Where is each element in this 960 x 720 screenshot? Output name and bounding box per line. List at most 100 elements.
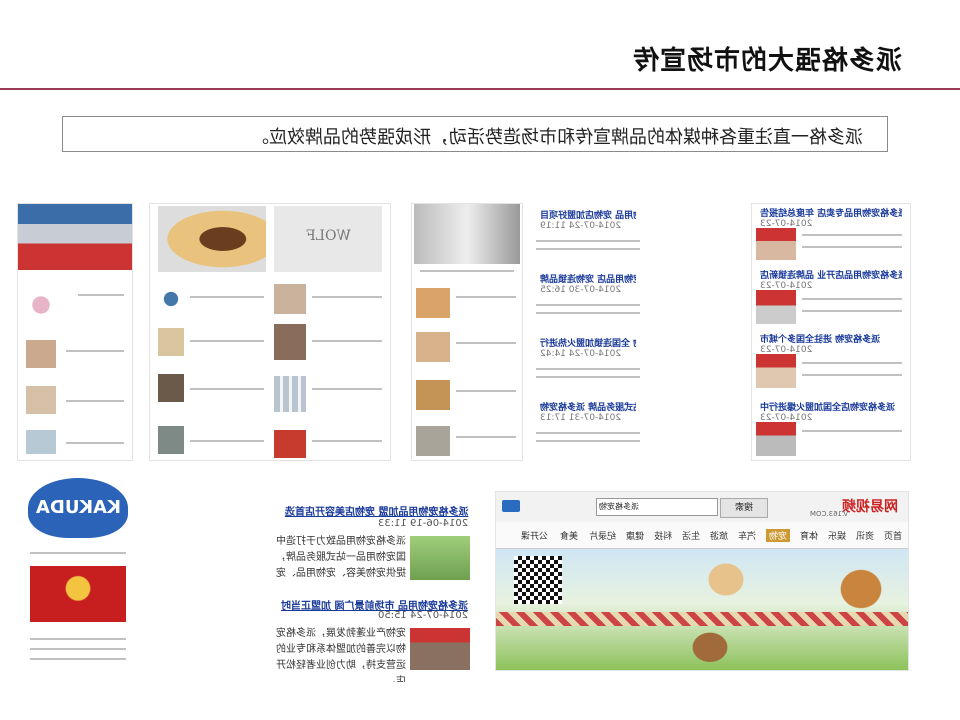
news-title[interactable]: 派多格宠物用品 宠物店加盟好项目 xyxy=(540,208,636,221)
dog-thumbnail xyxy=(416,288,450,318)
text-line xyxy=(312,440,382,442)
news-title[interactable]: 派多格宠物用品店 宠物连锁品牌 xyxy=(540,272,636,285)
text-line xyxy=(456,296,516,298)
news-item[interactable]: 派多格宠物用品专卖店 年度总结报告 2014-07-23 xyxy=(760,206,902,229)
dog-image xyxy=(680,622,740,668)
news-list-panel-mid: 派多格宠物用品 宠物店加盟好项目 2014-07-24 11:19 派多格宠物用… xyxy=(532,204,644,460)
article-meta: 2014-06-19 11:33 xyxy=(377,518,468,529)
news-title[interactable]: 派多格宠物 进驻全国多个城市 xyxy=(760,332,902,345)
text-line xyxy=(30,658,126,660)
text-line xyxy=(802,374,902,376)
article-title[interactable]: 派多格宠物用品加盟 宠物店美容开店首选 xyxy=(285,500,468,519)
puppy-photo xyxy=(158,206,266,272)
dog-thumbnail xyxy=(416,332,450,362)
nav-item[interactable]: 纪录片 xyxy=(589,529,616,542)
news-meta: 2014-07-24 11:19 xyxy=(540,221,622,231)
text-line xyxy=(536,304,640,306)
thumbnail xyxy=(158,328,184,356)
dog-thumbnail xyxy=(416,380,450,410)
text-line xyxy=(190,440,264,442)
news-meta: 2014-07-24 14:42 xyxy=(540,349,622,359)
store-photo xyxy=(410,628,470,670)
search-button[interactable]: 搜索 xyxy=(720,498,768,518)
text-line xyxy=(536,368,640,370)
kakuda-panel: KAKUDA xyxy=(22,478,134,682)
text-line xyxy=(30,638,126,640)
text-line xyxy=(30,648,126,650)
news-photo-panel-left xyxy=(18,204,132,460)
text-line xyxy=(802,234,902,236)
news-item[interactable]: 派多格宠物用品店开业 品牌连锁新店 2014-07-23 xyxy=(760,268,902,291)
news-item[interactable]: 派多格宠物店全国加盟火爆进行中 2014-07-23 xyxy=(760,400,902,423)
nav-item[interactable]: 资讯 xyxy=(856,529,874,542)
text-line xyxy=(536,440,640,442)
news-meta: 2014-07-30 16:25 xyxy=(540,285,622,295)
upload-icon[interactable] xyxy=(502,500,520,512)
dog-photo xyxy=(414,204,520,264)
nav-item[interactable]: 科技 xyxy=(654,529,672,542)
nav-item-active[interactable]: 宠物 xyxy=(765,529,790,542)
portal-domain: V.163.COM xyxy=(809,510,848,518)
text-line xyxy=(456,390,516,392)
store-photo xyxy=(756,422,796,456)
nav-item[interactable]: 娱乐 xyxy=(828,529,846,542)
news-title[interactable]: 派多格宠物店全国加盟火爆进行中 xyxy=(760,400,902,413)
text-line xyxy=(66,400,124,402)
text-line xyxy=(456,342,516,344)
thumbnail xyxy=(26,386,56,414)
dog-image xyxy=(826,556,896,616)
news-item[interactable]: 派多格宠物用品 宠物店加盟好项目 2014-07-24 11:19 xyxy=(540,208,636,231)
news-item[interactable]: 中国宠物用品一站式服务品牌 派多格宠物 2014-07-31 17:13 xyxy=(540,400,636,423)
text-line xyxy=(312,388,382,390)
dog-image xyxy=(696,552,756,602)
red-thumbnail xyxy=(274,430,306,458)
thumbnail xyxy=(158,284,184,314)
news-item[interactable]: 派多格宠物 全国连锁加盟火热进行 2014-07-24 14:42 xyxy=(540,336,636,359)
nav-item[interactable]: 汽车 xyxy=(738,529,756,542)
text-line xyxy=(456,436,516,438)
text-line xyxy=(78,294,124,296)
nav-item[interactable]: 生活 xyxy=(682,529,700,542)
text-line xyxy=(66,442,124,444)
text-line xyxy=(802,362,902,364)
nav-item[interactable]: 健康 xyxy=(626,529,644,542)
text-line xyxy=(802,298,902,300)
articles-panel: 派多格宠物用品加盟 宠物店美容开店首选 2014-06-19 11:33 派多格… xyxy=(270,500,472,684)
news-title[interactable]: 派多格宠物 全国连锁加盟火热进行 xyxy=(540,336,636,349)
text-line xyxy=(536,432,640,434)
nav-item[interactable]: 首页 xyxy=(884,529,902,542)
portal-header: 网易视频 V.163.COM 派多格宠物 搜索 xyxy=(496,492,908,523)
nav-item[interactable]: 旅游 xyxy=(710,529,728,542)
portal-logo[interactable]: 网易视频 xyxy=(842,496,898,516)
news-title[interactable]: 派多格宠物用品店开业 品牌连锁新店 xyxy=(760,268,902,281)
thumbnail xyxy=(158,426,184,454)
text-line xyxy=(536,376,640,378)
nav-item[interactable]: 美食 xyxy=(560,529,578,542)
staff-photo xyxy=(410,536,470,580)
page-title: 派多格强大的市场宣传 xyxy=(631,46,902,76)
text-line xyxy=(802,246,902,248)
video-portal-panel: 网易视频 V.163.COM 派多格宠物 搜索 首页 资讯 娱乐 体育 宠物 汽… xyxy=(496,492,908,670)
text-line xyxy=(190,296,264,298)
text-line xyxy=(536,312,640,314)
portal-nav: 首页 资讯 娱乐 体育 宠物 汽车 旅游 生活 科技 健康 纪录片 美食 公开课 xyxy=(496,522,908,549)
title-divider xyxy=(0,88,960,90)
news-item[interactable]: 派多格宠物 进驻全国多个城市 2014-07-23 xyxy=(760,332,902,355)
text-line xyxy=(190,340,264,342)
text-line xyxy=(420,270,514,272)
text-line xyxy=(312,340,382,342)
qr-code xyxy=(514,556,562,604)
news-title[interactable]: 派多格宠物用品专卖店 年度总结报告 xyxy=(760,206,902,219)
rope-decoration xyxy=(496,612,908,626)
dog-article-panel xyxy=(412,204,522,460)
thumbnail xyxy=(26,430,56,454)
cartoon-thumbnail xyxy=(26,290,56,320)
nav-item[interactable]: 公开课 xyxy=(521,529,548,542)
text-line xyxy=(802,430,902,432)
store-photo xyxy=(756,290,796,324)
nav-item[interactable]: 体育 xyxy=(800,529,818,542)
news-item[interactable]: 派多格宠物用品店 宠物连锁品牌 2014-07-30 16:25 xyxy=(540,272,636,295)
search-input[interactable]: 派多格宠物 xyxy=(596,498,718,516)
news-title[interactable]: 中国宠物用品一站式服务品牌 派多格宠物 xyxy=(540,400,636,413)
text-line xyxy=(536,248,640,250)
